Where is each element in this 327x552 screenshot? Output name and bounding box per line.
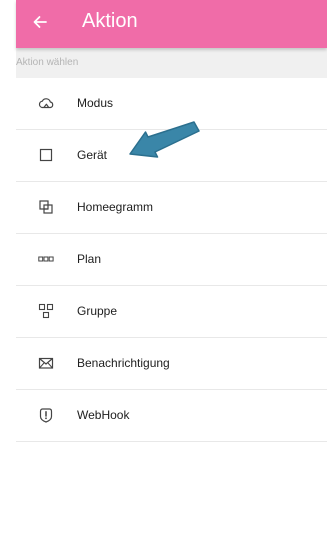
- cloud-outline-icon: [38, 95, 54, 111]
- app-bar: Aktion: [16, 0, 327, 48]
- arrow-left-icon: [32, 14, 48, 30]
- annotation-arrow: [128, 120, 204, 164]
- square-outline-icon: [38, 147, 54, 163]
- group-squares-icon: [38, 303, 54, 319]
- action-item-label: Gerät: [77, 148, 108, 162]
- action-item-label: Plan: [77, 252, 102, 266]
- action-item-homeegramm[interactable]: Homeegramm: [16, 182, 327, 234]
- action-item-benachrichtigung[interactable]: Benachrichtigung: [16, 338, 327, 390]
- action-item-label: Benachrichtigung: [77, 356, 170, 370]
- section-header: Aktion wählen: [16, 48, 327, 78]
- action-item-webhook[interactable]: WebHook: [16, 390, 327, 442]
- action-item-label: Homeegramm: [77, 200, 154, 214]
- envelope-icon: [38, 355, 54, 371]
- action-item-gruppe[interactable]: Gruppe: [16, 286, 327, 338]
- action-item-plan[interactable]: Plan: [16, 234, 327, 286]
- three-boxes-icon: [38, 251, 54, 267]
- exclamation-shield-icon: [38, 407, 54, 423]
- overlapping-squares-icon: [38, 199, 54, 215]
- page-title: Aktion: [82, 10, 138, 32]
- back-button[interactable]: [16, 0, 64, 44]
- action-select-screen: Aktion Aktion wählen Modus Gerät Homeegr…: [16, 0, 327, 552]
- section-header-label: Aktion wählen: [16, 57, 79, 68]
- action-item-label: Modus: [77, 96, 114, 110]
- action-item-label: WebHook: [77, 408, 130, 422]
- action-item-label: Gruppe: [77, 304, 118, 318]
